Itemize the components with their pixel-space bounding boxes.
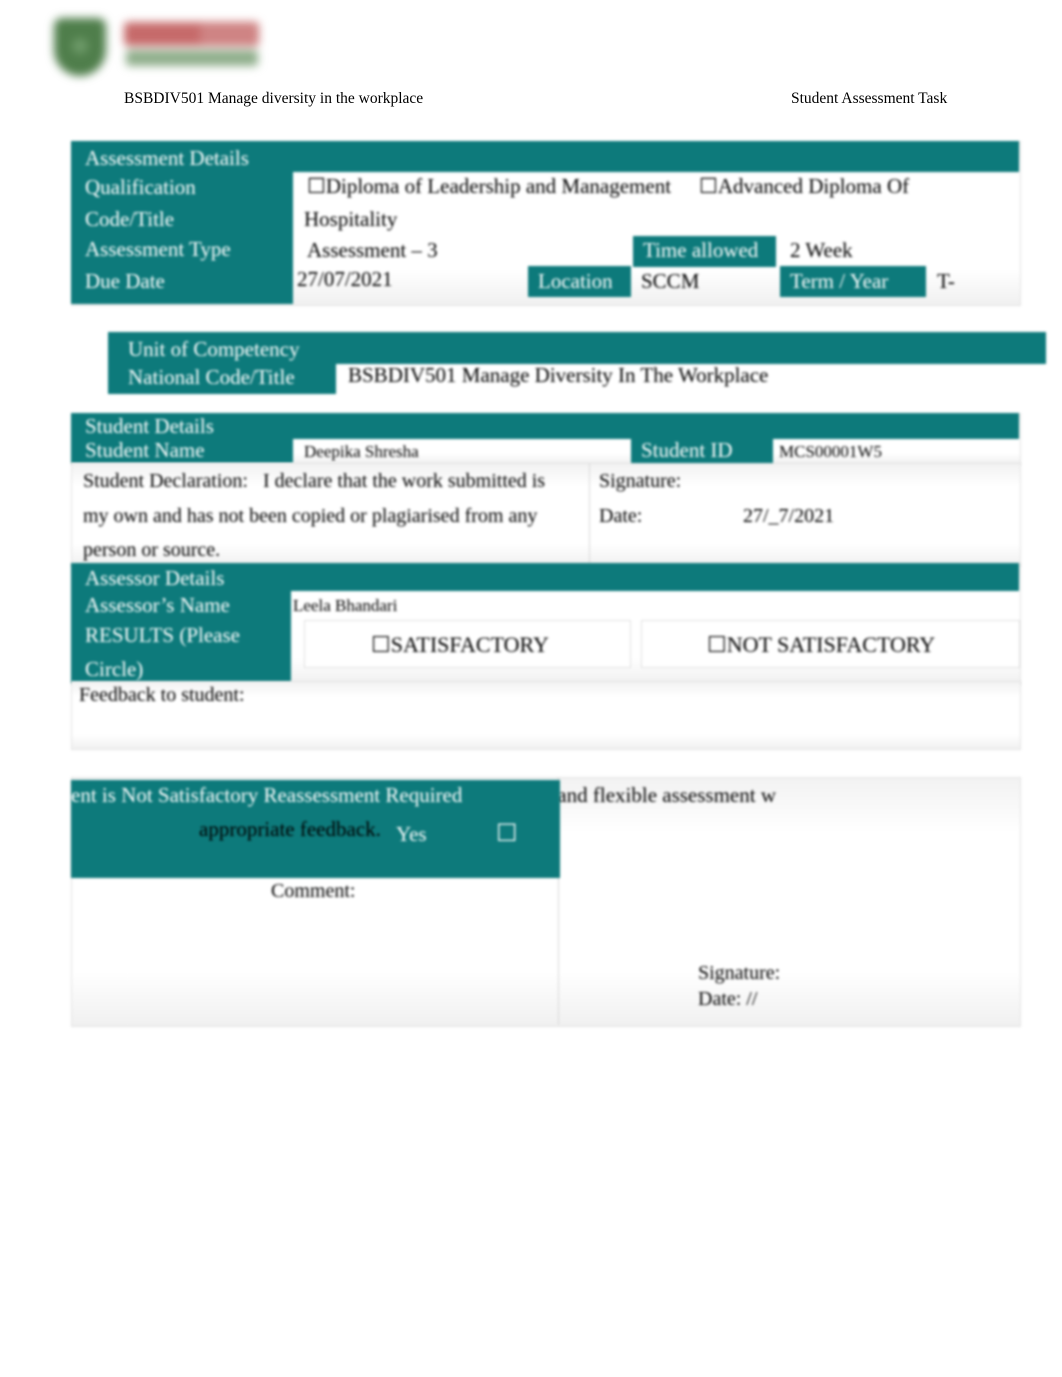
student-date-label: Date: [599, 505, 643, 527]
result-option-not-satisfactory[interactable]: ☐NOT SATISFACTORY [707, 634, 935, 657]
student-details-section: Student Details Student Name Deepika Shr… [71, 413, 1021, 468]
result-option-not-satisfactory-label: NOT SATISFACTORY [726, 632, 936, 657]
label-assessor-name: Assessor’s Name [85, 593, 230, 617]
header-unit-code: BSBDIV501 Manage diversity in the workpl… [124, 90, 424, 107]
student-date-value: 27/_7/2021 [743, 505, 835, 527]
label-national-code-title: National Code/Title [128, 365, 295, 389]
qualification-option-2[interactable]: ☐Advanced Diploma Of [699, 176, 909, 197]
result-option-satisfactory[interactable]: ☐SATISFACTORY [371, 634, 549, 657]
student-declaration-section: Student Declaration: I declare that the … [71, 463, 1021, 567]
checkbox-diploma-leadership[interactable]: ☐ [307, 174, 326, 198]
label-student-name: Student Name [85, 438, 205, 462]
value-national-code-title: BSBDIV501 Manage Diversity In The Workpl… [348, 363, 769, 387]
shield-icon [54, 18, 106, 76]
student-declaration-text-2: my own and has not been copied or plagia… [83, 505, 538, 527]
label-student-id: Student ID [641, 438, 733, 462]
assessment-details-title: Assessment Details [85, 146, 249, 170]
assessor-details-title: Assessor Details [85, 566, 225, 590]
value-student-id: MCS00001W5 [779, 442, 882, 461]
qualification-option-1-label: Diploma of Leadership and Management [325, 174, 672, 198]
assessor-signature-label: Signature: [698, 962, 781, 984]
value-assessment-type: Assessment – 3 [307, 238, 438, 262]
assessor-comment-label: Comment: [271, 880, 356, 902]
unit-of-competency-title: Unit of Competency [128, 337, 300, 361]
appropriate-feedback-text: appropriate feedback. [199, 817, 381, 841]
value-term-year: T- [937, 269, 955, 293]
checkbox-not-satisfactory[interactable]: ☐ [707, 633, 727, 658]
value-student-name: Deepika Shresha [304, 442, 419, 461]
value-code-title: Hospitality [304, 207, 398, 231]
student-declaration-label: Student Declaration: [83, 470, 248, 492]
value-location: SCCM [641, 269, 700, 293]
value-time-allowed: 2 Week [790, 238, 853, 262]
reassessment-yes-label: Yes [396, 822, 427, 846]
logo-wordmark-bottom [126, 50, 258, 66]
checkbox-reassessment-yes[interactable]: ☐ [496, 821, 518, 845]
label-time-allowed: Time allowed [643, 238, 759, 262]
qualification-option-2-label: Advanced Diploma Of [717, 174, 910, 198]
student-signature-label: Signature: [599, 470, 682, 492]
header-doc-type: Student Assessment Task [791, 90, 948, 107]
qualification-option-1[interactable]: ☐Diploma of Leadership and Management [307, 176, 671, 197]
feedback-label: Feedback to student: [79, 684, 245, 706]
college-logo [48, 8, 263, 86]
student-details-title: Student Details [85, 414, 214, 438]
value-assessor-name: Leela Bhandari [293, 596, 398, 615]
label-term-year: Term / Year [790, 269, 889, 293]
assessment-details-section: Assessment Details Qualification Code/Ti… [71, 141, 1021, 306]
unit-of-competency-section: Unit of Competency National Code/Title B… [108, 332, 1046, 394]
label-assessment-type: Assessment Type [85, 237, 231, 261]
student-declaration-line-1: Student Declaration: I declare that the … [83, 471, 545, 491]
checkbox-advanced-diploma[interactable]: ☐ [699, 174, 718, 198]
reassessment-required-text: ent is Not Satisfactory Reassessment Req… [71, 783, 463, 807]
student-declaration-text-1: I declare that the work submitted is [262, 470, 546, 492]
reassessment-required-overlay: ent is Not Satisfactory Reassessment Req… [71, 780, 560, 878]
assessor-details-section: Assessor Details Assessor’s Name RESULTS… [71, 563, 1021, 685]
declaration-divider [589, 463, 590, 565]
label-results-line-2: Circle) [85, 657, 144, 681]
student-declaration-text-3: person or source. [83, 539, 221, 561]
logo-wordmark-top-2 [200, 24, 258, 44]
label-location: Location [538, 269, 613, 293]
label-due-date: Due Date [85, 269, 165, 293]
feedback-section: Feedback to student: [71, 681, 1021, 750]
label-qualification: Qualification [85, 175, 196, 199]
assessor-date-label: Date: // [698, 988, 758, 1010]
label-code-title: Code/Title [85, 207, 175, 231]
label-results-line-1: RESULTS (Please [85, 623, 240, 647]
value-due-date: 27/07/2021 [297, 267, 393, 291]
result-option-satisfactory-label: SATISFACTORY [390, 632, 549, 657]
checkbox-satisfactory[interactable]: ☐ [371, 633, 391, 658]
